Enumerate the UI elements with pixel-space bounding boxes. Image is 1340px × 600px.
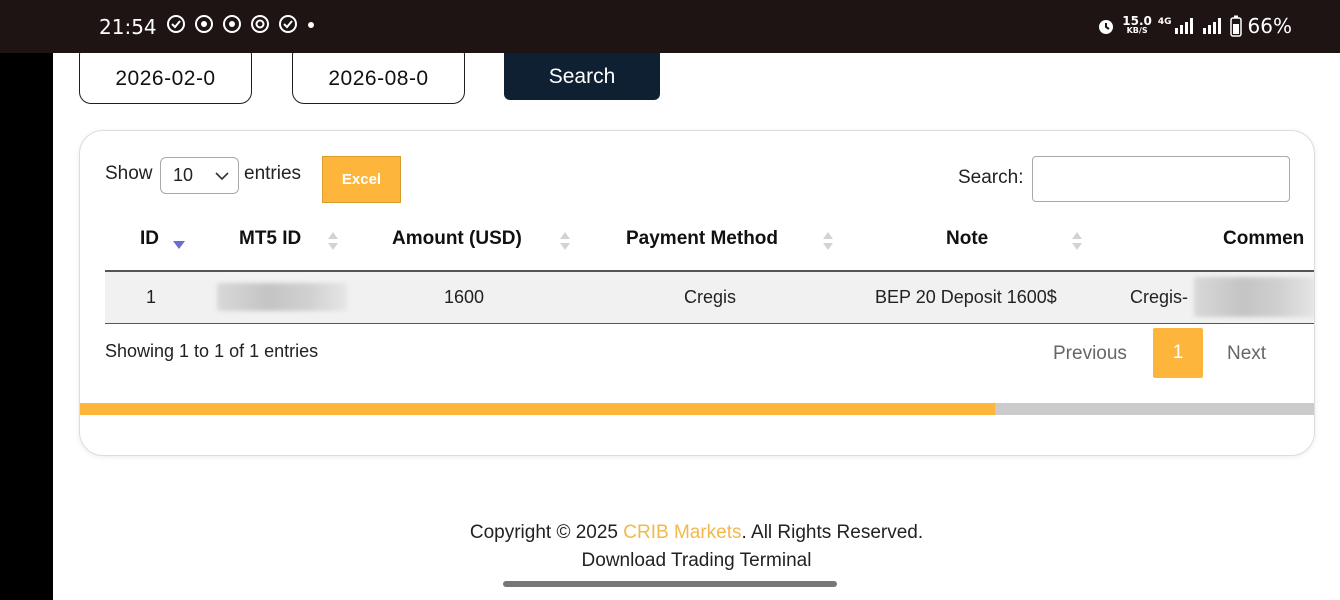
table-row-divider: [105, 323, 1314, 324]
check-circle-icon: [279, 15, 297, 33]
column-header-mt5-id[interactable]: MT5 ID: [239, 228, 301, 250]
cell-comment-redacted: [1194, 277, 1314, 317]
signal-icon: [1202, 18, 1221, 34]
download-terminal-link[interactable]: Download Trading Terminal: [53, 550, 1340, 572]
chrome-icon: [251, 15, 269, 33]
cell-id: 1: [146, 287, 157, 307]
cell-mt5-id-redacted: [217, 283, 347, 311]
chevron-down-icon: [215, 172, 229, 181]
column-header-note[interactable]: Note: [946, 228, 988, 250]
copyright-text: Copyright © 2025 CRIB Markets. All Right…: [469, 522, 924, 543]
battery-percent: 66%: [1247, 14, 1292, 38]
excel-export-button[interactable]: Excel: [322, 156, 401, 203]
date-from-input[interactable]: 2026-02-0: [79, 53, 252, 104]
home-indicator[interactable]: [503, 581, 837, 587]
transactions-card: Show 10 entries Excel Search: ID MT5 ID …: [79, 130, 1315, 456]
show-label: Show: [105, 163, 153, 184]
brand-link[interactable]: CRIB Markets: [623, 522, 741, 543]
status-bar: 21:54 15.0 KB/S 4G 66%: [0, 0, 1340, 53]
sort-icon[interactable]: [558, 227, 572, 255]
status-right: 15.0 KB/S 4G 66%: [1096, 14, 1292, 38]
signal-icon: [1174, 18, 1193, 34]
notification-icons: [166, 14, 316, 34]
table-search-label: Search:: [958, 167, 1024, 188]
network-speed: 15.0 KB/S: [1122, 14, 1152, 35]
sort-icon[interactable]: [326, 227, 340, 255]
table-search-input[interactable]: [1032, 156, 1290, 202]
alarm-icon: [1099, 20, 1114, 34]
entries-value: 10: [173, 165, 194, 185]
entries-select[interactable]: 10: [160, 157, 239, 194]
date-to-input[interactable]: 2026-08-0: [292, 53, 465, 104]
status-time: 21:54: [99, 15, 157, 39]
next-page-button[interactable]: Next: [1227, 343, 1266, 365]
column-header-payment-method[interactable]: Payment Method: [626, 228, 778, 250]
page-content: 2026-02-0 2026-08-0 Search Show 10 entri…: [53, 53, 1340, 600]
cell-amount: 1600: [444, 287, 485, 307]
whatsapp-icon: [195, 15, 213, 33]
network-type: 4G: [1157, 17, 1172, 27]
page-1-button[interactable]: 1: [1153, 328, 1203, 378]
dot-icon: [308, 22, 314, 28]
battery-icon: [1229, 15, 1242, 37]
column-header-comment[interactable]: Commen: [1223, 228, 1304, 250]
sync-chat-icon: [167, 15, 185, 33]
sort-desc-icon[interactable]: [172, 227, 186, 255]
sort-icon[interactable]: [1070, 227, 1084, 255]
horizontal-scrollbar-thumb[interactable]: [80, 403, 995, 415]
column-header-id[interactable]: ID: [140, 228, 159, 250]
cell-note: BEP 20 Deposit 1600$: [875, 287, 1057, 307]
cell-payment-method: Cregis: [684, 287, 737, 307]
previous-page-button[interactable]: Previous: [1053, 343, 1127, 365]
column-header-amount[interactable]: Amount (USD): [392, 228, 522, 250]
cell-comment: Cregis-: [1130, 287, 1189, 307]
pagination-info: Showing 1 to 1 of 1 entries: [105, 341, 319, 361]
search-button[interactable]: Search: [504, 53, 660, 100]
whatsapp-icon: [223, 15, 241, 33]
sort-icon[interactable]: [821, 227, 835, 255]
entries-label: entries: [244, 163, 302, 184]
